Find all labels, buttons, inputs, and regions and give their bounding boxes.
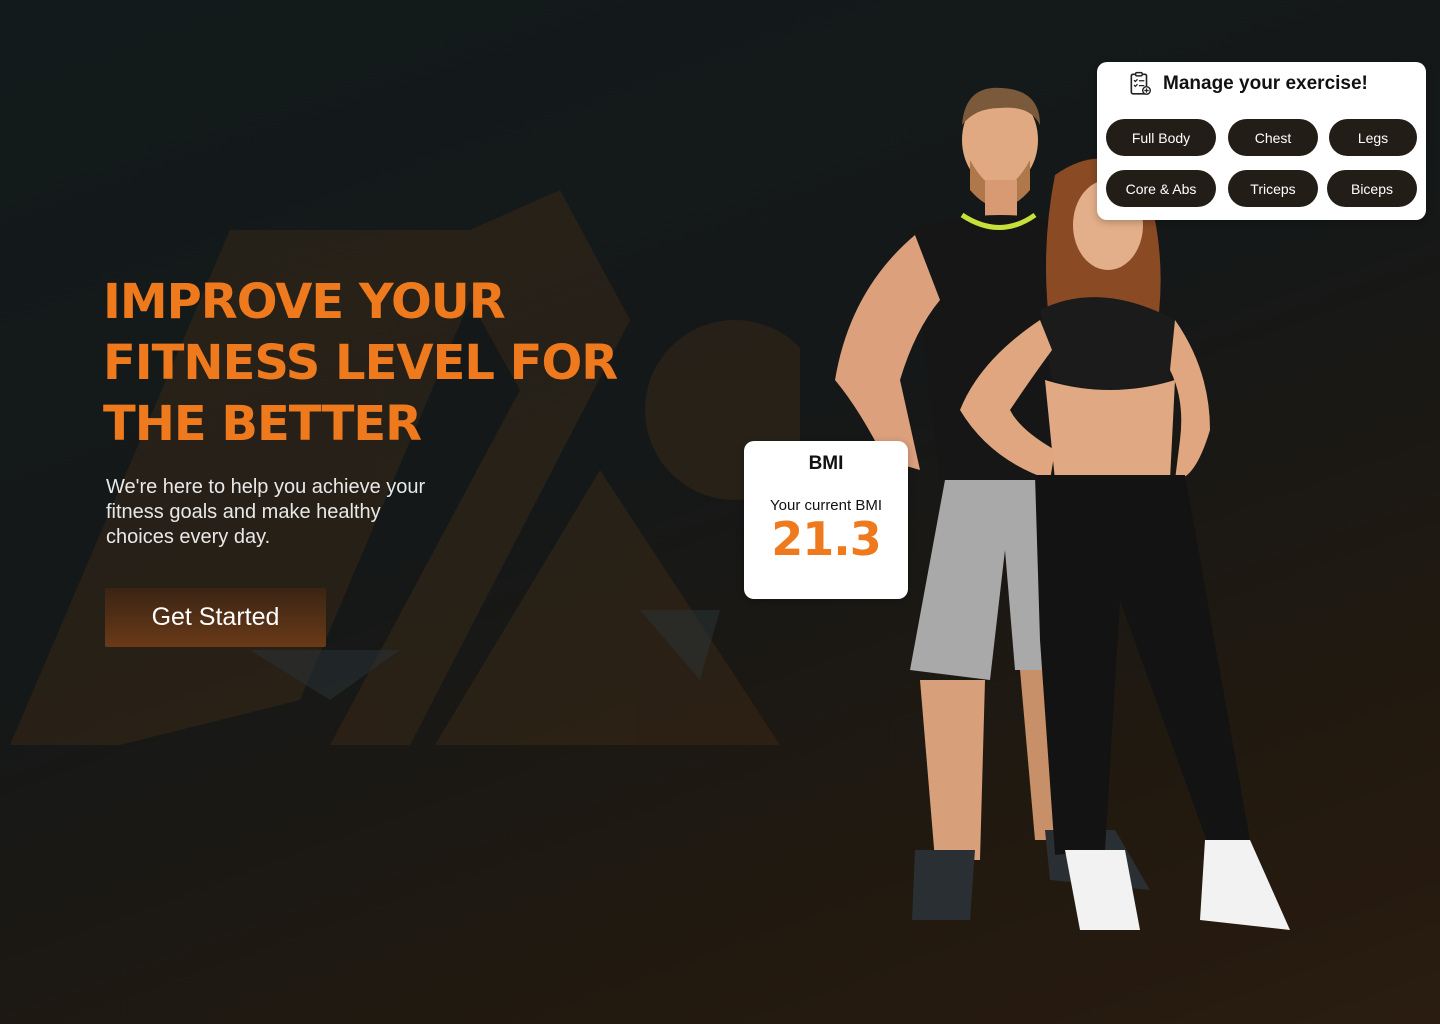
bmi-value: 21.3 [771,512,882,566]
get-started-button[interactable]: Get Started [105,588,326,647]
exercise-card: Manage your exercise! Full Body Chest Le… [1097,62,1426,220]
hero-title: IMPROVE YOUR FITNESS LEVEL FOR THE BETTE… [103,274,618,452]
chip-full-body[interactable]: Full Body [1106,119,1216,156]
chip-triceps[interactable]: Triceps [1228,170,1318,207]
chip-legs[interactable]: Legs [1329,119,1417,156]
exercise-card-title: Manage your exercise! [1163,73,1368,94]
bmi-card: BMI Your current BMI 21.3 [744,441,908,599]
chip-biceps[interactable]: Biceps [1327,170,1417,207]
exercise-card-header: Manage your exercise! [1127,71,1368,97]
hero-section: IMPROVE YOUR FITNESS LEVEL FOR THE BETTE… [103,272,663,550]
clipboard-checklist-icon [1130,71,1151,95]
bmi-card-title: BMI [808,453,844,474]
chip-chest[interactable]: Chest [1228,119,1318,156]
chip-core-abs[interactable]: Core & Abs [1106,170,1216,207]
hero-subtitle: We're here to help you achieve your fitn… [106,476,426,548]
